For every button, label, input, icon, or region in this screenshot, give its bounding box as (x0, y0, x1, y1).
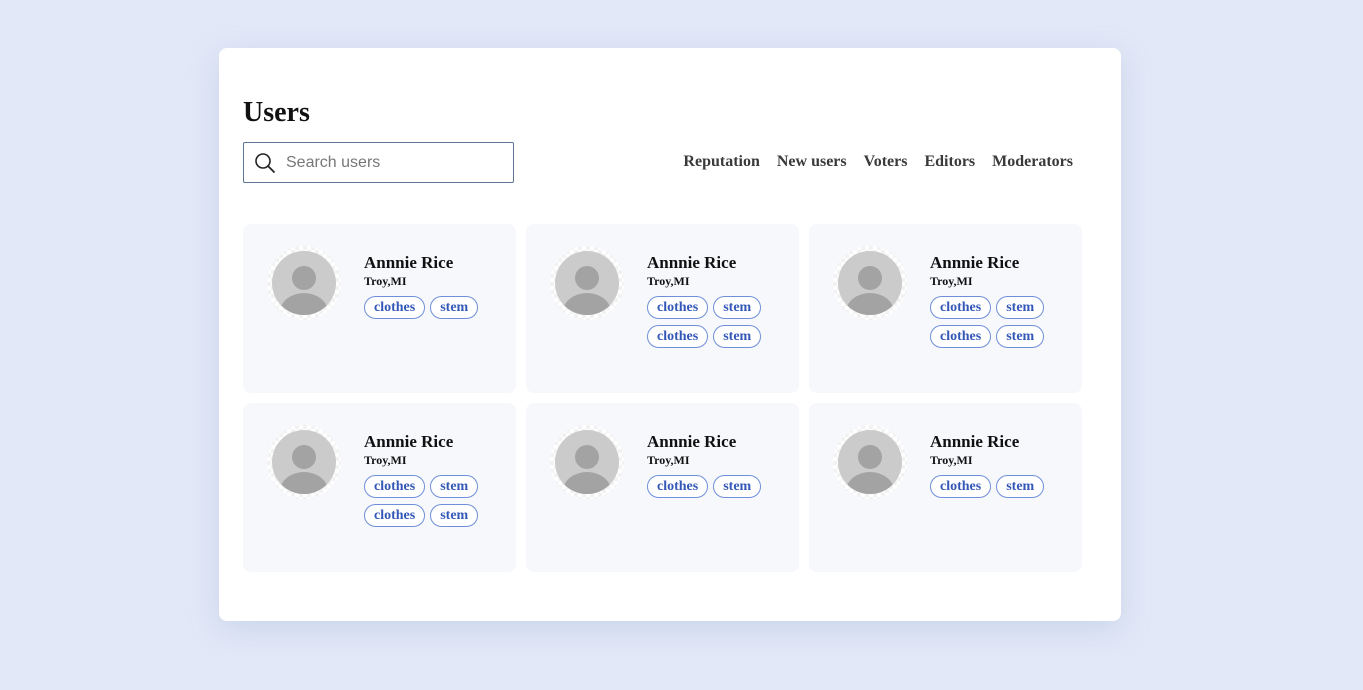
user-location: Troy,MI (647, 274, 690, 288)
tag-stem[interactable]: stem (713, 325, 762, 348)
user-card[interactable]: Annnie Rice Troy,MI clothes stem (809, 403, 1082, 572)
user-location: Troy,MI (364, 453, 407, 467)
filter-reputation[interactable]: Reputation (683, 152, 759, 172)
user-tags: clothes stem (930, 475, 1060, 498)
tag-clothes[interactable]: clothes (647, 296, 709, 319)
user-name[interactable]: Annnie Rice (930, 252, 1060, 274)
user-info: Annnie Rice Troy,MI clothes stem clothes stem (930, 252, 1060, 348)
user-location: Troy,MI (930, 453, 973, 467)
tag-stem[interactable]: stem (430, 504, 479, 527)
user-avatar-placeholder-icon[interactable] (550, 425, 624, 499)
tag-stem[interactable]: stem (996, 296, 1045, 319)
user-avatar-placeholder-icon[interactable] (267, 246, 341, 320)
user-avatar-placeholder-icon[interactable] (550, 246, 624, 320)
user-info: Annnie Rice Troy,MI clothes stem (930, 431, 1060, 498)
tag-stem[interactable]: stem (713, 475, 762, 498)
tag-clothes[interactable]: clothes (930, 475, 992, 498)
tag-stem[interactable]: stem (996, 475, 1045, 498)
user-location: Troy,MI (364, 274, 407, 288)
user-name[interactable]: Annnie Rice (647, 252, 777, 274)
user-avatar-placeholder-icon[interactable] (833, 425, 907, 499)
filter-moderators[interactable]: Moderators (992, 152, 1073, 172)
filter-voters[interactable]: Voters (864, 152, 908, 172)
user-info: Annnie Rice Troy,MI clothes stem (364, 252, 494, 319)
user-tags: clothes stem clothes stem (647, 296, 777, 348)
tag-clothes[interactable]: clothes (364, 475, 426, 498)
user-name[interactable]: Annnie Rice (364, 252, 494, 274)
user-card-grid: Annnie Rice Troy,MI clothes stem Annnie Rice… (243, 224, 1082, 572)
user-card[interactable]: Annnie Rice Troy,MI clothes stem clothes stem (243, 403, 516, 572)
user-info: Annnie Rice Troy,MI clothes stem clothes stem (364, 431, 494, 527)
user-location: Troy,MI (930, 274, 973, 288)
user-avatar-placeholder-icon[interactable] (833, 246, 907, 320)
user-card[interactable]: Annnie Rice Troy,MI clothes stem clothes stem (809, 224, 1082, 393)
tag-clothes[interactable]: clothes (930, 296, 992, 319)
search-box[interactable] (243, 142, 514, 183)
search-icon (254, 152, 276, 174)
users-panel: Users Reputation New users Voters Editor… (219, 48, 1121, 621)
tag-clothes[interactable]: clothes (364, 504, 426, 527)
user-tags: clothes stem (647, 475, 777, 498)
tag-stem[interactable]: stem (996, 325, 1045, 348)
user-tags: clothes stem clothes stem (364, 475, 494, 527)
user-name[interactable]: Annnie Rice (647, 431, 777, 453)
user-info: Annnie Rice Troy,MI clothes stem clothes stem (647, 252, 777, 348)
tag-clothes[interactable]: clothes (364, 296, 426, 319)
user-tags: clothes stem (364, 296, 494, 319)
user-avatar-placeholder-icon[interactable] (267, 425, 341, 499)
page-title: Users (243, 97, 310, 128)
user-name[interactable]: Annnie Rice (930, 431, 1060, 453)
tag-stem[interactable]: stem (713, 296, 762, 319)
user-name[interactable]: Annnie Rice (364, 431, 494, 453)
user-info: Annnie Rice Troy,MI clothes stem (647, 431, 777, 498)
tag-clothes[interactable]: clothes (930, 325, 992, 348)
filter-editors[interactable]: Editors (924, 152, 975, 172)
user-card[interactable]: Annnie Rice Troy,MI clothes stem (243, 224, 516, 393)
filter-new-users[interactable]: New users (777, 152, 847, 172)
user-card[interactable]: Annnie Rice Troy,MI clothes stem clothes stem (526, 224, 799, 393)
tag-clothes[interactable]: clothes (647, 325, 709, 348)
user-location: Troy,MI (647, 453, 690, 467)
user-card[interactable]: Annnie Rice Troy,MI clothes stem (526, 403, 799, 572)
user-filter-tabs: Reputation New users Voters Editors Mode… (683, 152, 1073, 172)
search-input[interactable] (284, 152, 508, 173)
tag-clothes[interactable]: clothes (647, 475, 709, 498)
tag-stem[interactable]: stem (430, 296, 479, 319)
tag-stem[interactable]: stem (430, 475, 479, 498)
user-tags: clothes stem clothes stem (930, 296, 1060, 348)
